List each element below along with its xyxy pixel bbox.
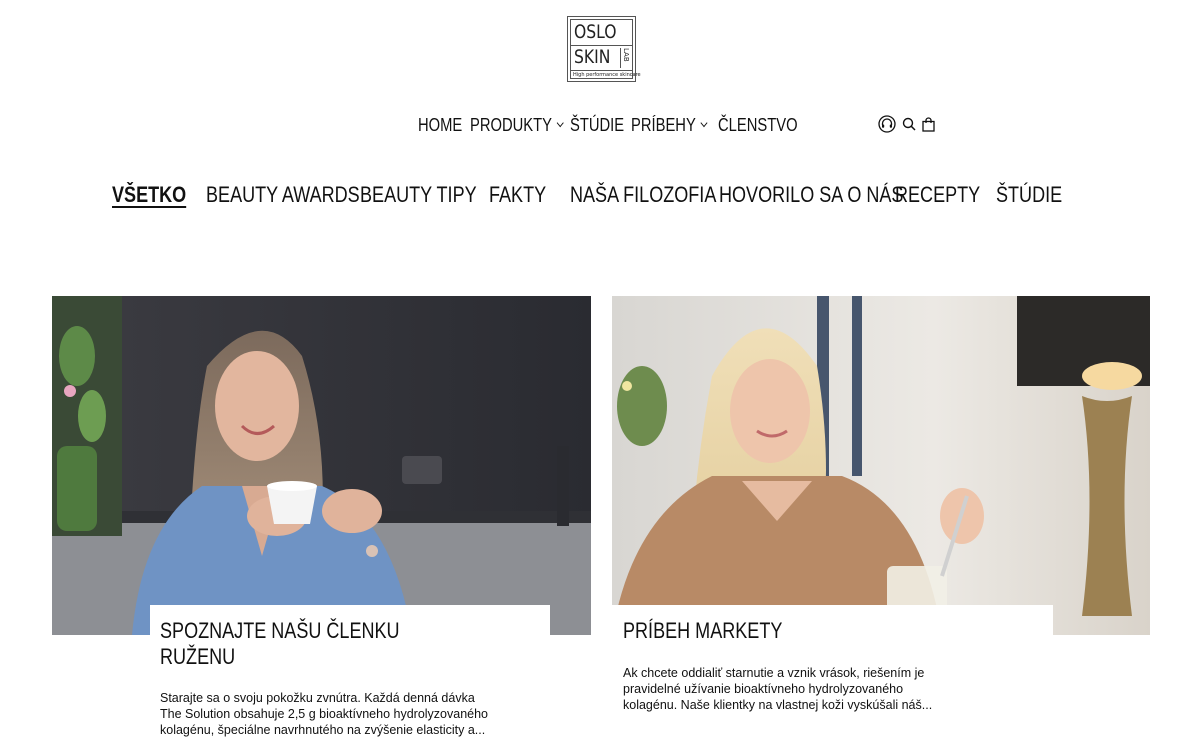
logo-frame: OSLO SKIN LAB High performance skincare (570, 19, 641, 79)
excerpt-line: kolagénu, špeciálne navrhnutého na zvýše… (160, 723, 486, 737)
category-tab-beauty-tipy[interactable]: BEAUTY TIPY (360, 182, 477, 208)
header-icons (878, 115, 935, 138)
logo-text-lab: LAB (620, 48, 630, 68)
category-filter: VŠETKO BEAUTY AWARDS BEAUTY TIPY FAKTY N… (0, 182, 1200, 212)
category-tab-hovorilo-sa-o-nas[interactable]: HOVORILO SA O NÁS (719, 182, 903, 208)
excerpt-line: The Solution obsahuje 2,5 g bioaktívneho… (160, 707, 489, 721)
category-tab-recepty[interactable]: RECEPTY (895, 182, 980, 208)
search-icon[interactable] (902, 117, 916, 136)
logo-tagline: High performance skincare (573, 72, 641, 78)
nav-item-label: ŠTÚDIE (570, 114, 625, 135)
nav-item-label: PRODUKTY (470, 114, 553, 135)
chevron-down-icon (556, 118, 564, 128)
cart-icon[interactable] (922, 116, 935, 137)
category-tab-vsetko[interactable]: VŠETKO (112, 182, 186, 208)
category-tab-studie[interactable]: ŠTÚDIE (996, 182, 1062, 208)
nav-item-studie[interactable]: ŠTÚDIE (570, 115, 624, 136)
brand-logo[interactable]: OSLO SKIN LAB High performance skincare (567, 16, 641, 82)
article-excerpt-ruzena: Starajte sa o svoju pokožku zvnútra. Kaž… (160, 690, 540, 738)
article-excerpt-marketa: Ak chcete oddialiť starnutie a vznik vrá… (623, 665, 1033, 713)
nav-item-produkty[interactable]: PRODUKTY (470, 114, 564, 136)
nav-item-clenstvo[interactable]: ČLENSTVO (718, 115, 798, 136)
chevron-down-icon (700, 118, 708, 128)
article-title-line: RUŽENU (160, 644, 236, 669)
category-tab-beauty-awards[interactable]: BEAUTY AWARDS (206, 182, 360, 208)
category-tab-fakty[interactable]: FAKTY (489, 182, 546, 208)
nav-item-label: ČLENSTVO (718, 114, 798, 135)
category-tab-nasa-filozofia[interactable]: NAŠA FILOZOFIA (570, 182, 716, 208)
article-title-line: SPOZNAJTE NAŠU ČLENKU (160, 618, 400, 643)
logo-text-oslo: OSLO (574, 21, 617, 43)
article-title-ruzena[interactable]: SPOZNAJTE NAŠU ČLENKU RUŽENU (160, 618, 400, 670)
nav-item-label: HOME (418, 114, 463, 135)
article-image-ruzena[interactable] (52, 296, 591, 635)
nav-item-home[interactable]: HOME (418, 115, 462, 136)
excerpt-line: Starajte sa o svoju pokožku zvnútra. Kaž… (160, 691, 475, 705)
excerpt-line: pravidelné užívanie bioaktívneho hydroly… (623, 682, 904, 696)
excerpt-line: Ak chcete oddialiť starnutie a vznik vrá… (623, 666, 925, 680)
headset-icon[interactable] (878, 115, 896, 138)
article-image-marketa[interactable] (612, 296, 1150, 635)
article-title-marketa[interactable]: PRÍBEH MARKETY (623, 618, 782, 644)
nav-item-label: PRÍBEHY (631, 114, 696, 135)
article-title-line: PRÍBEH MARKETY (623, 618, 783, 643)
logo-text-skin: SKIN (574, 46, 611, 68)
excerpt-line: kolagénu. Naše klientky na vlastnej koži… (623, 698, 933, 712)
nav-item-pribehy[interactable]: PRÍBEHY (631, 114, 708, 136)
